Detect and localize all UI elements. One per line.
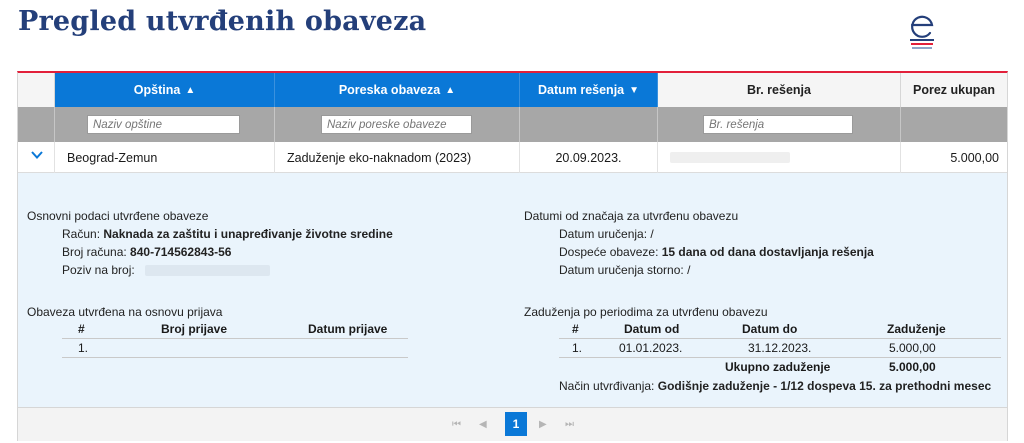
column-header-br-resenja-label: Br. rešenja xyxy=(747,83,811,97)
zaduzenja-header-od: Datum od xyxy=(624,322,680,336)
divider xyxy=(62,338,408,339)
broj-racuna-line: Broj računa: 840-714562843-56 xyxy=(62,245,231,259)
prijave-header-broj: Broj prijave xyxy=(161,322,228,336)
datumi-title: Datumi od značaja za utvrđenu obavezu xyxy=(524,209,739,223)
poziv-na-broj-line: Poziv na broj: xyxy=(62,263,135,277)
prijave-title: Obaveza utvrđena na osnovu prijava xyxy=(27,305,223,319)
cell-opstina: Beograd-Zemun xyxy=(55,142,275,173)
cell-poreska-obaveza: Zaduženje eko-naknadom (2023) xyxy=(275,142,520,173)
expand-column-header xyxy=(18,73,55,107)
column-header-opstina-label: Opština xyxy=(133,83,181,97)
column-header-poreska-obaveza[interactable]: Poreska obaveza ▲ xyxy=(275,73,520,107)
redacted-value xyxy=(145,265,270,276)
ukupno-value: 5.000,00 xyxy=(889,360,936,374)
prijave-header-datum: Datum prijave xyxy=(308,322,388,336)
br-resenja-filter-input[interactable] xyxy=(703,115,853,134)
divider xyxy=(559,357,1001,358)
page-title: Pregled utvrđenih obaveza xyxy=(18,6,427,37)
filter-cell-datum xyxy=(520,107,658,142)
table-row[interactable]: Beograd-Zemun Zaduženje eko-naknadom (20… xyxy=(18,142,1007,173)
e-logo-icon xyxy=(910,15,934,49)
zaduzenja-header-num: # xyxy=(572,322,579,336)
pagination: ⏮ ◀ 1 ▶ ⏭ xyxy=(18,407,1007,441)
zaduzenja-row-od: 01.01.2023. xyxy=(619,341,683,355)
divider xyxy=(559,338,1001,339)
datum-urucenja-line: Datum uručenja: / xyxy=(559,227,654,241)
racun-line: Račun: Naknada za zaštitu i unapređivanj… xyxy=(62,227,393,241)
zaduzenja-row-num: 1. xyxy=(572,341,583,355)
dospece-label: Dospeće obaveze: xyxy=(559,245,659,259)
prev-page-icon[interactable]: ◀ xyxy=(479,419,487,430)
column-header-porez-label: Porez ukupan xyxy=(913,83,995,97)
broj-racuna-value: 840-714562843-56 xyxy=(130,245,232,259)
nacin-label: Način utvrđivanja: xyxy=(559,379,655,393)
first-page-icon[interactable]: ⏮ xyxy=(452,419,461,430)
chevron-down-icon[interactable] xyxy=(30,148,44,162)
column-header-porez-ukupan[interactable]: Porez ukupan xyxy=(901,73,1007,107)
dospece-value: 15 dana od dana dostavljanja rešenja xyxy=(661,245,874,259)
column-header-datum-resenja[interactable]: Datum rešenja ▼ xyxy=(520,73,658,107)
opstina-filter-input[interactable] xyxy=(87,115,240,134)
racun-label: Račun: xyxy=(62,227,101,241)
ukupno-label: Ukupno zaduženje xyxy=(725,360,831,374)
poziv-label: Poziv na broj: xyxy=(62,263,135,277)
zaduzenja-header-zaduzenje: Zaduženje xyxy=(887,322,946,336)
last-page-icon[interactable]: ⏭ xyxy=(565,419,574,430)
broj-racuna-label: Broj računa: xyxy=(62,245,127,259)
expand-cell[interactable] xyxy=(18,142,55,173)
cell-opstina-text: Beograd-Zemun xyxy=(67,150,158,165)
column-header-poreska-label: Poreska obaveza xyxy=(338,83,441,97)
prijave-header-num: # xyxy=(78,322,85,336)
zaduzenja-header-do: Datum do xyxy=(742,322,798,336)
redacted-value xyxy=(670,152,790,163)
page-button-current[interactable]: 1 xyxy=(505,412,527,436)
sort-asc-icon: ▲ xyxy=(185,84,196,96)
prijave-table: # Broj prijave Datum prijave 1. xyxy=(62,322,408,362)
sort-desc-icon: ▼ xyxy=(629,84,640,96)
poreska-filter-input[interactable] xyxy=(321,115,472,134)
cell-br-resenja xyxy=(658,142,901,173)
sort-asc-icon: ▲ xyxy=(445,84,456,96)
cell-porez-ukupan: 5.000,00 xyxy=(901,142,1007,173)
column-header-opstina[interactable]: Opština ▲ xyxy=(55,73,275,107)
filter-cell-expand xyxy=(18,107,55,142)
row-detail-panel: Osnovni podaci utvrđene obaveze Račun: N… xyxy=(18,173,1007,407)
zaduzenja-table: # Datum od Datum do Zaduženje 1. 01.01.2… xyxy=(559,322,1001,382)
cell-poreska-text: Zaduženje eko-naknadom (2023) xyxy=(287,150,472,165)
next-page-icon[interactable]: ▶ xyxy=(539,419,547,430)
divider xyxy=(62,357,408,358)
datum-storno-line: Datum uručenja storno: / xyxy=(559,263,691,277)
zaduzenja-row-zaduzenje: 5.000,00 xyxy=(889,341,936,355)
osnovni-title: Osnovni podaci utvrđene obaveze xyxy=(27,209,209,223)
racun-value: Naknada za zaštitu i unapređivanje život… xyxy=(103,227,393,241)
column-header-datum-label: Datum rešenja xyxy=(537,83,625,97)
cell-datum-text: 20.09.2023. xyxy=(555,150,622,165)
column-header-br-resenja[interactable]: Br. rešenja xyxy=(658,73,901,107)
nacin-utvrdjivanja-line: Način utvrđivanja: Godišnje zaduženje - … xyxy=(559,379,991,393)
zaduzenja-row-do: 31.12.2023. xyxy=(748,341,812,355)
zaduzenja-title: Zaduženja po periodima za utvrđenu obave… xyxy=(524,305,768,319)
obligations-grid: Opština ▲ Poreska obaveza ▲ Datum rešenj… xyxy=(17,71,1008,441)
dospece-line: Dospeće obaveze: 15 dana od dana dostavl… xyxy=(559,245,874,259)
filter-row xyxy=(18,107,1007,142)
cell-datum-resenja: 20.09.2023. xyxy=(520,142,658,173)
cell-porez-text: 5.000,00 xyxy=(950,150,999,165)
nacin-value: Godišnje zaduženje - 1/12 dospeva 15. za… xyxy=(657,379,992,393)
prijave-row-num: 1. xyxy=(78,341,89,355)
